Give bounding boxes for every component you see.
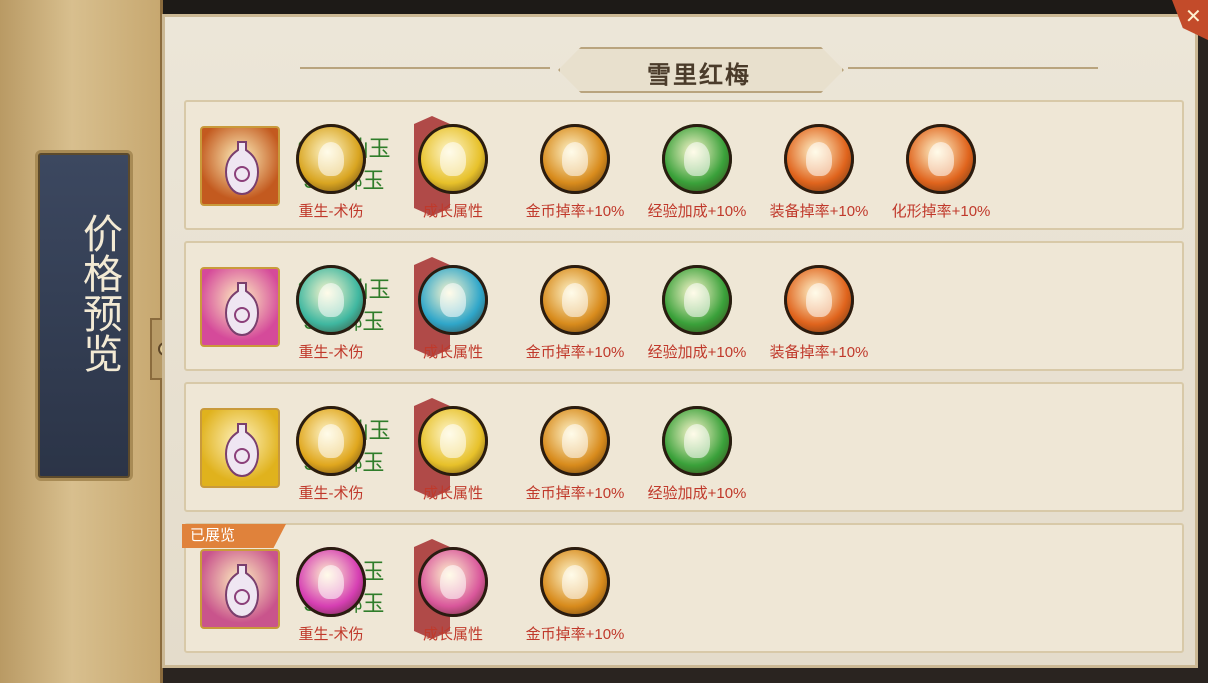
skill-label: 重生-术伤 [298, 344, 364, 361]
skill-label: 成长属性 [422, 485, 483, 502]
tier-row: 1200仙玉300绑玉技能重生-术伤成长属性金币掉率+10%经验加成+10% [184, 382, 1184, 512]
vase-icon [224, 141, 260, 196]
gold-drop-icon[interactable] [540, 265, 610, 335]
skill-item[interactable]: 经验加成+10% [636, 124, 758, 221]
skill-label: 经验加成+10% [647, 485, 747, 502]
close-icon[interactable]: ✕ [1185, 4, 1202, 29]
exp-book-icon[interactable] [662, 406, 732, 476]
skill-item[interactable]: 经验加成+10% [636, 265, 758, 362]
skill-label: 装备掉率+10% [769, 344, 869, 361]
skill-item[interactable]: 成长属性 [392, 265, 514, 362]
skill-label: 成长属性 [422, 626, 483, 643]
growth-icon[interactable] [418, 406, 488, 476]
sidebar-plaque: 价格预览 [35, 150, 133, 481]
skill-label: 成长属性 [422, 203, 483, 220]
skill-item[interactable]: 重生-术伤 [270, 265, 392, 362]
tier-row: 360仙玉300绑玉技能重生-术伤成长属性金币掉率+10% [184, 523, 1184, 653]
skill-label: 重生-术伤 [298, 485, 364, 502]
skill-item[interactable]: 成长属性 [392, 547, 514, 644]
equip-drop-icon[interactable] [784, 124, 854, 194]
gold-drop-icon[interactable] [540, 406, 610, 476]
transform-drop-icon[interactable] [906, 124, 976, 194]
vase-item-icon[interactable] [200, 267, 280, 347]
top-strip [0, 0, 1208, 14]
skill-item[interactable]: 重生-术伤 [270, 547, 392, 644]
skill-label: 金币掉率+10% [525, 203, 625, 220]
skill-item[interactable]: 重生-术伤 [270, 406, 392, 503]
skill-label: 重生-术伤 [298, 203, 364, 220]
vase-item-icon[interactable] [200, 408, 280, 488]
skill-label: 金币掉率+10% [525, 485, 625, 502]
rebirth-icon[interactable] [296, 547, 366, 617]
panel-title: 雪里红梅 [647, 62, 751, 89]
rebirth-icon[interactable] [296, 124, 366, 194]
growth-icon[interactable] [418, 124, 488, 194]
skill-item[interactable]: 装备掉率+10% [758, 124, 880, 221]
exp-book-icon[interactable] [662, 124, 732, 194]
skill-label: 金币掉率+10% [525, 626, 625, 643]
skill-label: 经验加成+10% [647, 344, 747, 361]
tier-row: 3600仙玉300绑玉技能重生-术伤成长属性金币掉率+10%经验加成+10%装备… [184, 241, 1184, 371]
skill-label: 金币掉率+10% [525, 344, 625, 361]
skill-label: 成长属性 [422, 344, 483, 361]
vase-icon [224, 423, 260, 478]
skill-item[interactable]: 装备掉率+10% [758, 265, 880, 362]
skill-item[interactable]: 金币掉率+10% [514, 406, 636, 503]
title-divider-right [848, 67, 1098, 69]
vase-icon [224, 282, 260, 337]
sidebar-title: 价格预览 [76, 213, 122, 373]
gold-drop-icon[interactable] [540, 547, 610, 617]
skill-item[interactable]: 化形掉率+10% [880, 124, 1002, 221]
title-banner: 雪里红梅 [558, 47, 844, 93]
skill-item[interactable]: 金币掉率+10% [514, 547, 636, 644]
skill-label: 装备掉率+10% [769, 203, 869, 220]
exhibited-badge: 已展览 [182, 524, 286, 548]
skill-item[interactable]: 重生-术伤 [270, 124, 392, 221]
equip-drop-icon[interactable] [784, 265, 854, 335]
vase-item-icon[interactable] [200, 126, 280, 206]
vase-item-icon[interactable] [200, 549, 280, 629]
vase-icon [224, 564, 260, 619]
growth-icon[interactable] [418, 547, 488, 617]
rebirth-icon[interactable] [296, 265, 366, 335]
skill-item[interactable]: 经验加成+10% [636, 406, 758, 503]
exp-book-icon[interactable] [662, 265, 732, 335]
skill-item[interactable]: 金币掉率+10% [514, 124, 636, 221]
title-divider-left [300, 67, 550, 69]
skill-label: 经验加成+10% [647, 203, 747, 220]
gold-drop-icon[interactable] [540, 124, 610, 194]
skill-item[interactable]: 成长属性 [392, 124, 514, 221]
skill-label: 化形掉率+10% [891, 203, 991, 220]
rebirth-icon[interactable] [296, 406, 366, 476]
growth-icon[interactable] [418, 265, 488, 335]
skill-label: 重生-术伤 [298, 626, 364, 643]
skill-item[interactable]: 成长属性 [392, 406, 514, 503]
skill-item[interactable]: 金币掉率+10% [514, 265, 636, 362]
tier-row: 9600仙玉300绑玉技能重生-术伤成长属性金币掉率+10%经验加成+10%装备… [184, 100, 1184, 230]
sidebar: 价格预览 [0, 0, 163, 683]
